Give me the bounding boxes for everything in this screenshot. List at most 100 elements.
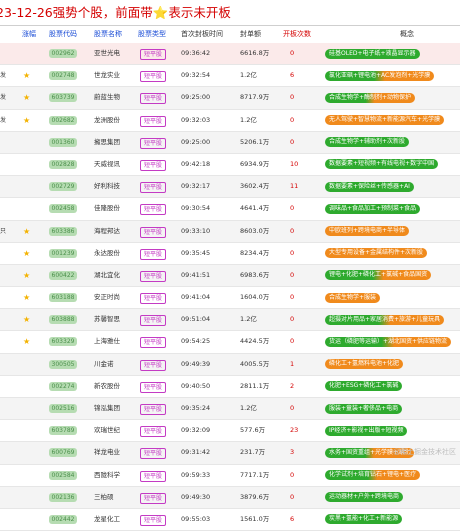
open-count: 0 bbox=[290, 270, 295, 279]
table-row[interactable]: 002584 西陇科学 短平股 09:59:33 7717.1万 0 化学试剂+培育钻石+锂… bbox=[0, 465, 460, 487]
table-row[interactable]: 发 ★ 002682 龙洲股份 短平股 09:32:03 1.2亿 0 无人驾驶+智慧物流+新能… bbox=[0, 110, 460, 132]
stock-name[interactable]: 祥龙电业 bbox=[94, 442, 120, 463]
row-edge-label bbox=[0, 420, 5, 441]
table-row[interactable]: 只 ★ 603386 海程邦达 短平股 09:33:10 8603.0万 0 中欧班列+跨境电商… bbox=[0, 220, 460, 243]
first-seal-time: 09:35:45 bbox=[181, 248, 211, 257]
stock-name[interactable]: 擁思集团 bbox=[94, 132, 120, 153]
stock-name[interactable]: 天威视讯 bbox=[94, 154, 120, 175]
stock-code[interactable]: 002516 bbox=[49, 404, 77, 413]
stock-type-tag: 短平股 bbox=[140, 315, 167, 327]
table-row[interactable]: ★ 603888 苏馨智思 短平股 09:51:04 1.2亿 0 超摄对片用品+家居消费+旅… bbox=[0, 309, 460, 332]
first-seal-time: 09:25:00 bbox=[181, 93, 211, 102]
table-row[interactable]: ★ 001239 永达股份 短平股 09:35:45 8234.4万 0 大型专用设备+金属结… bbox=[0, 243, 460, 265]
stock-code[interactable]: 002274 bbox=[49, 381, 77, 391]
table-row[interactable]: 002442 龙星化工 短平股 09:55:03 1561.0万 6 炭黑+氢能+化工+新能… bbox=[0, 509, 460, 531]
table-row[interactable]: 002136 三柏硕 短平股 09:49:30 3879.6万 0 运动器材+户外+跨境电商 bbox=[0, 486, 460, 509]
first-seal-time: 09:40:50 bbox=[181, 381, 211, 390]
table-row[interactable]: ★ 603188 安正时尚 短平股 09:41:04 1604.0万 0 合成生物学+服装 bbox=[0, 287, 460, 310]
star-icon: ★ bbox=[23, 315, 31, 325]
stock-code[interactable]: 603789 bbox=[49, 426, 77, 436]
stock-name[interactable]: 安正时尚 bbox=[94, 287, 120, 308]
table-row[interactable]: 002458 佳隆股份 短平股 09:30:54 4641.4万 0 调味品+食品加工+预制… bbox=[0, 198, 460, 221]
stock-code[interactable]: 002828 bbox=[49, 159, 77, 169]
stock-name[interactable]: 西陇科学 bbox=[94, 465, 120, 486]
stock-type-tag: 短平股 bbox=[140, 226, 167, 238]
concept-tags: 中欧班列+跨境电商+半导体 bbox=[325, 226, 410, 236]
header-open-count[interactable]: 开板次数 bbox=[283, 26, 311, 43]
table-row[interactable]: 发 ★ 002748 世龙实业 短平股 09:32:54 1.2亿 6 氯化亚砜+锂电池+AC发… bbox=[0, 65, 460, 88]
table-row[interactable]: 002274 新农股份 短平股 09:40:50 2811.1万 2 化肥+ESG+磷化工+… bbox=[0, 376, 460, 398]
header-code[interactable]: 股票代码 bbox=[49, 26, 77, 43]
stock-code[interactable]: 002136 bbox=[49, 492, 77, 502]
stock-code[interactable]: 603386 bbox=[49, 226, 77, 236]
stock-code[interactable]: 001239 bbox=[49, 248, 77, 258]
header-first-time[interactable]: 首次封板时间 bbox=[181, 26, 223, 43]
star-icon: ★ bbox=[23, 115, 31, 125]
stock-code[interactable]: 603188 bbox=[49, 293, 77, 303]
row-edge-label bbox=[0, 465, 5, 486]
stock-code[interactable]: 002584 bbox=[49, 470, 77, 480]
table-row[interactable]: ★ 600422 湖北宜化 短平股 09:41:51 6983.6万 0 锂电+化肥+磷化工+… bbox=[0, 264, 460, 288]
table-row[interactable]: 002962 亚世光电 短平股 09:36:42 6616.8万 0 硅基OLED+电子纸+… bbox=[0, 43, 460, 66]
table-row[interactable]: 600769 祥龙电业 短平股 09:31:42 231.7万 3 水务+国资重组+光学膜+… bbox=[0, 442, 460, 465]
concept-tags: 炭黑+氢能+化工+新能源 bbox=[325, 514, 403, 525]
header-type[interactable]: 股票类型 bbox=[138, 26, 166, 43]
stock-code[interactable]: 603888 bbox=[49, 315, 77, 325]
stock-code[interactable]: 603739 bbox=[49, 93, 77, 103]
stock-type-tag: 短平股 bbox=[140, 337, 167, 349]
table-row[interactable]: 300505 川金诺 短平股 09:49:39 4005.5万 1 磷化工+氢燃料电池+化肥 bbox=[0, 353, 460, 376]
header-name[interactable]: 股票名称 bbox=[94, 26, 122, 43]
stock-code[interactable]: 002458 bbox=[49, 204, 77, 214]
stock-name[interactable]: 欢瑞世纪 bbox=[94, 420, 120, 441]
stock-name[interactable]: 龙星化工 bbox=[94, 509, 120, 530]
table-row[interactable]: 002828 天威视讯 短平股 09:42:18 6934.9万 10 数据要素+短视频+有… bbox=[0, 154, 460, 177]
stock-name[interactable]: 亚世光电 bbox=[94, 43, 120, 64]
stock-code[interactable]: 002682 bbox=[49, 115, 77, 125]
stock-name[interactable]: 龙洲股份 bbox=[94, 110, 120, 131]
table-row[interactable]: 603789 欢瑞世纪 短平股 09:32:09 577.6万 23 IP经济+影视+出版+… bbox=[0, 420, 460, 443]
stock-code[interactable]: 001360 bbox=[49, 137, 77, 147]
stock-code[interactable]: 002442 bbox=[49, 514, 77, 524]
first-seal-time: 09:49:30 bbox=[181, 492, 211, 501]
stock-name[interactable]: 永达股份 bbox=[94, 243, 120, 264]
stock-name[interactable]: 苏馨智思 bbox=[94, 309, 120, 330]
row-edge-label bbox=[0, 442, 5, 463]
stock-code[interactable]: 603329 bbox=[49, 337, 77, 347]
stock-code[interactable]: 002962 bbox=[49, 49, 77, 58]
row-edge-label bbox=[0, 176, 5, 197]
stock-name[interactable]: 三柏硕 bbox=[94, 487, 114, 508]
stock-name[interactable]: 海程邦达 bbox=[94, 221, 120, 242]
table-row[interactable]: 发 ★ 603739 蔚蓝生物 短平股 09:25:00 8717.9万 0 合成生物学+酶制剂… bbox=[0, 87, 460, 110]
header-amount[interactable]: 封单额 bbox=[240, 26, 261, 43]
stock-name[interactable]: 上海雅仕 bbox=[94, 331, 120, 352]
stock-code[interactable]: 600769 bbox=[49, 448, 77, 458]
stock-code[interactable]: 300505 bbox=[49, 359, 77, 369]
stock-name[interactable]: 世龙实业 bbox=[94, 65, 120, 86]
page-title: 23-12-26强势个股，前面带⭐表示未开板 bbox=[0, 3, 231, 23]
header-concept[interactable]: 概念 bbox=[400, 26, 414, 43]
concept-tags: 超摄对片用品+家居消费+旅游+儿童玩具 bbox=[325, 314, 445, 325]
stock-name[interactable]: 川金诺 bbox=[94, 354, 114, 375]
stock-name[interactable]: 新农股份 bbox=[94, 376, 120, 397]
stock-name[interactable]: 好利科技 bbox=[94, 176, 120, 197]
table-row[interactable]: ★ 603329 上海雅仕 短平股 09:54:25 4424.5万 0 货运（磷肥等运输）+… bbox=[0, 331, 460, 354]
stock-name[interactable]: 湖北宜化 bbox=[94, 265, 120, 286]
seal-amount: 6616.8万 bbox=[240, 49, 270, 57]
seal-amount: 577.6万 bbox=[240, 426, 266, 435]
row-edge-label bbox=[0, 198, 5, 219]
stock-code[interactable]: 600422 bbox=[49, 270, 77, 280]
row-edge-label bbox=[0, 265, 5, 286]
stock-type-tag: 短平股 bbox=[140, 404, 167, 415]
stock-name[interactable]: 锦泓集团 bbox=[94, 398, 120, 419]
table-row[interactable]: 001360 擁思集团 短平股 09:25:00 5206.1万 0 合成生物学+辅助剂+次… bbox=[0, 131, 460, 154]
stock-type-tag: 短平股 bbox=[140, 182, 167, 194]
stock-name[interactable]: 佳隆股份 bbox=[94, 198, 120, 219]
stock-code[interactable]: 002748 bbox=[49, 71, 77, 81]
stock-name[interactable]: 蔚蓝生物 bbox=[94, 87, 120, 108]
first-seal-time: 09:41:51 bbox=[181, 270, 211, 279]
table-row[interactable]: 002729 好利科技 短平股 09:32:17 3602.4万 11 数据要素+保险丝+传… bbox=[0, 176, 460, 199]
table-row[interactable]: 002516 锦泓集团 短平股 09:35:24 1.2亿 0 服装+童装+奢侈品+电商 bbox=[0, 398, 460, 421]
stock-code[interactable]: 002729 bbox=[49, 182, 77, 192]
header-change[interactable]: 涨幅 bbox=[22, 26, 36, 43]
first-seal-time: 09:25:00 bbox=[181, 137, 211, 146]
